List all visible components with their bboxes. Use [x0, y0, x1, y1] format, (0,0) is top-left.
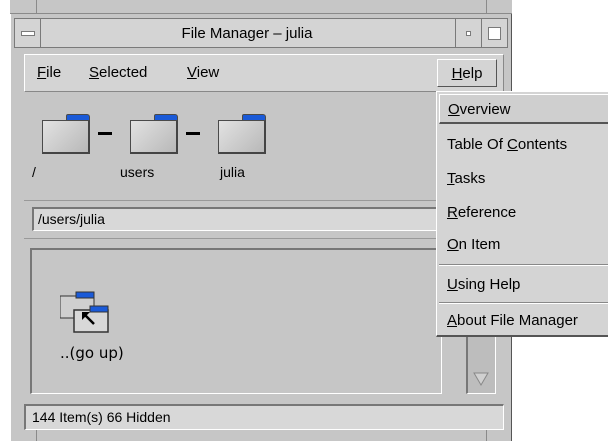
help-menu-overview[interactable]: Overview	[439, 94, 608, 124]
path-root-folder-icon[interactable]	[42, 114, 90, 154]
menu-item-label: n Item	[458, 236, 501, 253]
path-separator	[98, 132, 112, 135]
path-julia-folder-icon[interactable]	[218, 114, 266, 154]
help-menu-reference[interactable]: Reference	[439, 198, 608, 228]
menu-bar: File Selected View Help	[24, 54, 504, 92]
menu-item-label: ontents	[517, 136, 568, 153]
path-field-panel: /users/julia	[24, 200, 504, 237]
menu-item-mnemonic: A	[447, 312, 458, 329]
iconic-path: / users julia	[24, 94, 504, 198]
window-menu-button[interactable]	[15, 19, 41, 47]
window-frame-top	[10, 0, 512, 14]
menu-item-mnemonic: U	[447, 276, 458, 293]
menu-file[interactable]: File	[37, 55, 61, 91]
path-users-folder-icon[interactable]	[130, 114, 178, 154]
menu-file-mnemonic: F	[37, 64, 47, 81]
menu-item-label: bout File Manager	[457, 312, 578, 329]
menu-separator	[439, 302, 608, 304]
folder-up-icon	[60, 291, 109, 333]
menu-view-mnemonic: V	[187, 64, 197, 81]
list-item[interactable]: ..(go up)	[60, 290, 170, 370]
menu-item-label: sing Help	[457, 276, 521, 293]
chevron-down-icon	[473, 372, 489, 386]
menu-help[interactable]: Help	[437, 59, 497, 87]
path-separator	[186, 132, 200, 135]
maximize-button[interactable]	[481, 19, 507, 47]
path-julia-label[interactable]: julia	[220, 164, 245, 180]
status-bar: 144 Item(s) 66 Hidden	[24, 404, 504, 430]
menu-selected-mnemonic: S	[89, 64, 100, 81]
file-list[interactable]: ..(go up)	[30, 248, 442, 394]
frame-resize-corner[interactable]	[486, 0, 487, 14]
menu-item-mnemonic: O	[448, 101, 460, 118]
minimize-button[interactable]	[455, 19, 481, 47]
maximize-icon	[488, 26, 501, 40]
path-users-label[interactable]: users	[120, 164, 154, 180]
help-dropdown-menu: Overview Table Of Contents Tasks Referen…	[436, 91, 608, 337]
menu-view-label: iew	[196, 64, 220, 81]
menu-file-label: ile	[46, 64, 62, 81]
menu-item-mnemonic: R	[447, 204, 458, 221]
menu-view[interactable]: View	[187, 55, 219, 91]
minimize-icon	[466, 30, 471, 36]
menu-item-label: verview	[459, 101, 511, 118]
menu-item-mnemonic: T	[447, 170, 455, 187]
menu-item-mnemonic: C	[507, 136, 518, 153]
help-menu-on-item[interactable]: On Item	[439, 230, 608, 260]
help-menu-about-file-manager[interactable]: About File Manager	[439, 306, 608, 336]
title-bar[interactable]: File Manager – julia	[14, 18, 508, 48]
path-input[interactable]: /users/julia	[32, 207, 462, 231]
menu-help-mnemonic: H	[451, 65, 463, 82]
menu-item-label: eference	[457, 204, 517, 221]
help-menu-table-of-contents[interactable]: Table Of Contents	[439, 130, 608, 160]
menu-item-prefix: Table Of	[447, 136, 508, 153]
window-title: File Manager – julia	[181, 24, 313, 42]
frame-resize-corner[interactable]	[36, 0, 37, 14]
help-menu-tasks[interactable]: Tasks	[439, 164, 608, 194]
path-root-label[interactable]: /	[32, 164, 36, 180]
window-menu-icon	[20, 30, 35, 36]
menu-help-label: elp	[462, 65, 483, 82]
menu-separator	[439, 264, 608, 266]
help-menu-using-help[interactable]: Using Help	[439, 270, 608, 300]
menu-item-mnemonic: O	[447, 236, 459, 253]
scroll-down-button[interactable]	[472, 371, 490, 387]
menu-selected[interactable]: Selected	[89, 55, 147, 91]
menu-selected-label: elected	[99, 64, 148, 81]
list-item-label: ..(go up)	[60, 344, 124, 362]
menu-item-label: asks	[454, 170, 486, 187]
